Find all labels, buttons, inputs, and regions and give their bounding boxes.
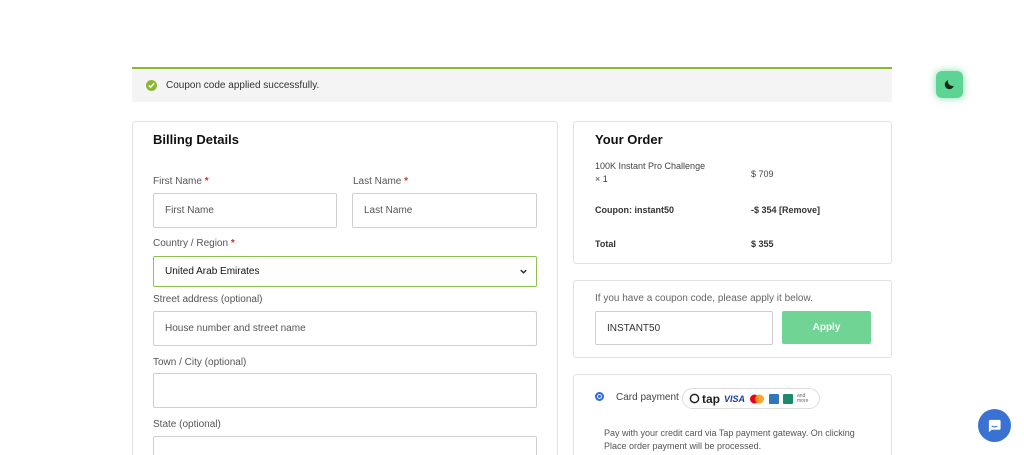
card-payment-label[interactable]: Card payment [616, 392, 679, 403]
first-name-label: First Name * [153, 176, 209, 187]
country-label: Country / Region * [153, 238, 235, 249]
chat-icon [988, 419, 1001, 433]
first-name-input[interactable] [153, 193, 337, 228]
state-input[interactable] [153, 436, 537, 455]
dark-mode-toggle[interactable] [936, 71, 963, 98]
chevron-down-icon [520, 269, 527, 274]
order-item-name: 100K Instant Pro Challenge × 1 [595, 161, 706, 184]
notice-message: Coupon code applied successfully. [166, 80, 320, 91]
check-circle-icon [146, 80, 157, 91]
coupon-card: If you have a coupon code, please apply … [573, 280, 892, 358]
country-value: United Arab Emirates [165, 266, 260, 277]
coupon-code-input[interactable] [595, 311, 773, 345]
street-address-input[interactable] [153, 311, 537, 346]
coupon-line-amount: -$ 354 [Remove] [751, 205, 821, 215]
order-title: Your Order [595, 132, 663, 147]
total-label: Total [595, 239, 616, 249]
street-label: Street address (optional) [153, 294, 263, 305]
billing-details-card: Billing Details First Name * Last Name *… [132, 121, 558, 455]
order-summary-card: Your Order 100K Instant Pro Challenge × … [573, 121, 892, 264]
bank-card-icon [783, 393, 794, 404]
coupon-hint: If you have a coupon code, please apply … [595, 293, 813, 304]
city-input[interactable] [153, 373, 537, 408]
apply-coupon-button[interactable]: Apply [782, 311, 871, 344]
mastercard-icon [750, 394, 765, 403]
city-label: Town / City (optional) [153, 357, 247, 368]
country-select[interactable]: United Arab Emirates [153, 256, 537, 287]
coupon-success-notice: Coupon code applied successfully. [132, 67, 892, 102]
coupon-line-label: Coupon: instant50 [595, 205, 674, 215]
total-value: $ 355 [751, 239, 774, 249]
moon-icon [944, 80, 954, 90]
payment-logos: tap VISA and more [682, 388, 820, 409]
payment-card: Card payment tap VISA and more Pay with … [573, 374, 892, 455]
billing-title: Billing Details [153, 132, 239, 147]
tap-ring-icon [689, 393, 700, 404]
payment-description: Pay with your credit card via Tap paymen… [604, 428, 855, 451]
amex-icon [769, 393, 780, 404]
and-more-label: and more [797, 392, 809, 404]
last-name-input[interactable] [352, 193, 537, 228]
remove-coupon-link[interactable]: [Remove] [779, 205, 820, 215]
order-item-price: $ 709 [751, 169, 774, 179]
last-name-label: Last Name * [353, 176, 409, 187]
chat-launcher-button[interactable] [978, 409, 1011, 442]
card-payment-radio[interactable] [595, 392, 604, 401]
state-label: State (optional) [153, 419, 221, 430]
tap-logo: tap [689, 392, 720, 406]
visa-logo: VISA [724, 393, 746, 404]
